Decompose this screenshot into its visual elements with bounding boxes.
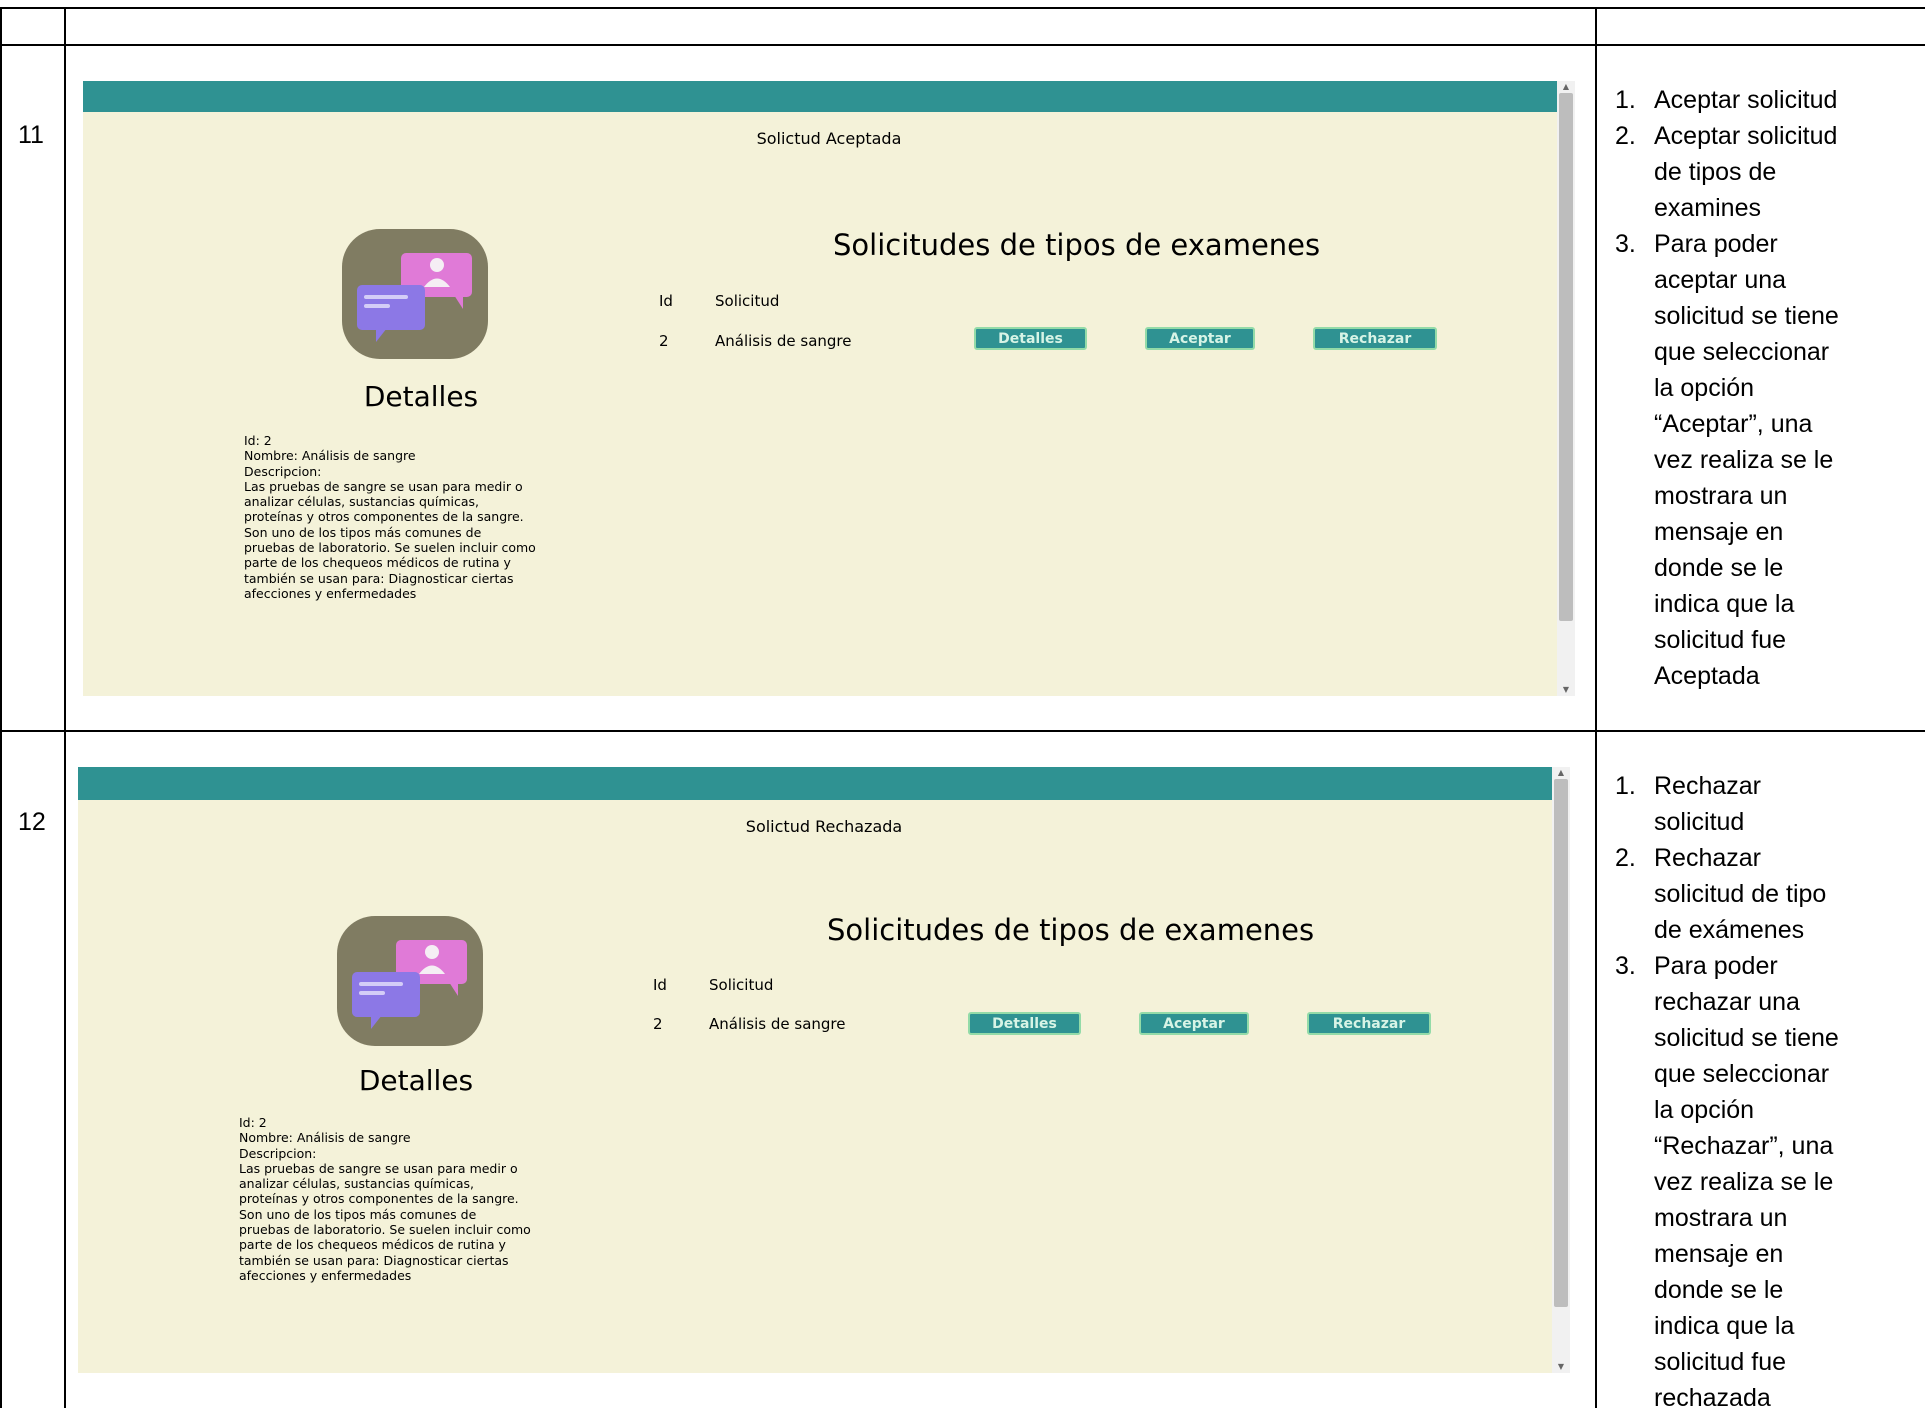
- step-item: 3. Para poder aceptar una solicitud se tien…: [1615, 230, 1839, 690]
- scroll-up-arrow-icon[interactable]: ▲: [1557, 81, 1575, 93]
- step-item: 1. Rechazar solicitud: [1615, 772, 1761, 836]
- details-desc-line: pruebas de laboratorio. Se suelen inclui…: [244, 540, 536, 556]
- status-message: Solictud Aceptada: [756, 129, 902, 148]
- details-desc-line: analizar células, sustancias químicas,: [239, 1176, 474, 1192]
- row-id: 2: [653, 1015, 663, 1033]
- details-name: Nombre: Análisis de sangre: [244, 448, 416, 464]
- screenshot-rejected: ▲ ▼ Solictud Rechazada Detalles Id: 2 No…: [78, 767, 1570, 1373]
- scrollbar[interactable]: ▲ ▼: [1557, 81, 1575, 696]
- chat-bubbles-icon: [342, 229, 488, 359]
- table-border-top: [0, 7, 1925, 9]
- col-header-solicitud: Solicitud: [709, 976, 774, 994]
- scroll-down-arrow-icon[interactable]: ▼: [1557, 684, 1575, 696]
- rechazar-button[interactable]: Rechazar: [1313, 327, 1437, 350]
- details-desc-line: proteínas y otros componentes de la sang…: [244, 509, 524, 525]
- steps-list: 1. Aceptar solicitud 2. Aceptar solicitud d…: [1599, 82, 1919, 694]
- row-solicitud: Análisis de sangre: [715, 332, 852, 350]
- header-bar: [83, 81, 1557, 112]
- step-item: 2. Rechazar solicitud de tipo de exámenes: [1615, 844, 1827, 944]
- details-info: Id: 2 Nombre: Análisis de sangre Descrip…: [244, 433, 544, 601]
- col-header-solicitud: Solicitud: [715, 292, 780, 310]
- details-desc-line: Las pruebas de sangre se usan para medir…: [239, 1160, 518, 1176]
- chat-bubbles-icon: [337, 916, 483, 1046]
- rechazar-button[interactable]: Rechazar: [1307, 1012, 1431, 1035]
- details-desc-line: Las pruebas de sangre se usan para medir…: [244, 478, 523, 494]
- details-desc-line: parte de los chequeos médicos de rutina …: [239, 1237, 506, 1253]
- table-row-divider: [0, 730, 1925, 732]
- steps-list: 1. Rechazar solicitud 2. Rechazar solicitud …: [1599, 768, 1919, 1416]
- details-title: Detalles: [363, 380, 479, 413]
- table-border-left: [0, 7, 2, 1408]
- aceptar-button[interactable]: Aceptar: [1139, 1012, 1249, 1035]
- details-name: Nombre: Análisis de sangre: [239, 1130, 411, 1146]
- step-item: 2. Aceptar solicitud de tipos de examines: [1615, 122, 1838, 222]
- row-solicitud: Análisis de sangre: [709, 1015, 846, 1033]
- details-desc-line: Son uno de los tipos más comunes de: [244, 524, 482, 540]
- details-desc-line: afecciones y enfermedades: [239, 1267, 412, 1283]
- status-message: Solictud Rechazada: [745, 817, 903, 836]
- row-id: 2: [659, 332, 669, 350]
- details-desc-line: Son uno de los tipos más comunes de: [239, 1206, 477, 1222]
- scrollbar-thumb[interactable]: [1554, 779, 1568, 1307]
- row-number: 11: [18, 121, 44, 149]
- details-desc-label: Descripcion:: [244, 463, 322, 479]
- details-desc-line: también se usan para: Diagnosticar ciert…: [244, 570, 514, 586]
- scrollbar-thumb[interactable]: [1559, 93, 1573, 621]
- details-id: Id: 2: [244, 433, 272, 448]
- table-col-divider-2: [1595, 7, 1597, 1408]
- table-header-divider: [0, 44, 1925, 46]
- requests-title: Solicitudes de tipos de examenes: [833, 228, 1321, 262]
- detalles-button[interactable]: Detalles: [968, 1012, 1081, 1035]
- details-desc-label: Descripcion:: [239, 1145, 317, 1161]
- details-id: Id: 2: [239, 1115, 267, 1130]
- details-desc-line: analizar células, sustancias químicas,: [244, 494, 479, 510]
- details-desc-line: parte de los chequeos médicos de rutina …: [244, 555, 511, 571]
- details-desc-line: pruebas de laboratorio. Se suelen inclui…: [239, 1222, 531, 1238]
- details-title: Detalles: [358, 1064, 474, 1097]
- scroll-up-arrow-icon[interactable]: ▲: [1552, 767, 1570, 779]
- scroll-down-arrow-icon[interactable]: ▼: [1552, 1361, 1570, 1373]
- table-col-divider-1: [64, 7, 66, 1408]
- scrollbar[interactable]: ▲ ▼: [1552, 767, 1570, 1373]
- requests-title: Solicitudes de tipos de examenes: [827, 913, 1315, 947]
- col-header-id: Id: [653, 976, 667, 994]
- col-header-id: Id: [659, 292, 673, 310]
- row-number: 12: [18, 808, 46, 836]
- details-desc-line: afecciones y enfermedades: [244, 585, 417, 601]
- details-desc-line: proteínas y otros componentes de la sang…: [239, 1191, 519, 1207]
- step-item: 1. Aceptar solicitud: [1615, 86, 1838, 114]
- details-info: Id: 2 Nombre: Análisis de sangre Descrip…: [239, 1115, 539, 1283]
- aceptar-button[interactable]: Aceptar: [1145, 327, 1255, 350]
- screenshot-accepted: ▲ ▼ Solictud Aceptada Detalles Id: 2 Nom…: [83, 81, 1575, 696]
- details-desc-line: también se usan para: Diagnosticar ciert…: [239, 1252, 509, 1268]
- step-item: 3. Para poder rechazar una solicitud se tie…: [1615, 952, 1839, 1412]
- header-bar: [78, 767, 1552, 800]
- detalles-button[interactable]: Detalles: [974, 327, 1087, 350]
